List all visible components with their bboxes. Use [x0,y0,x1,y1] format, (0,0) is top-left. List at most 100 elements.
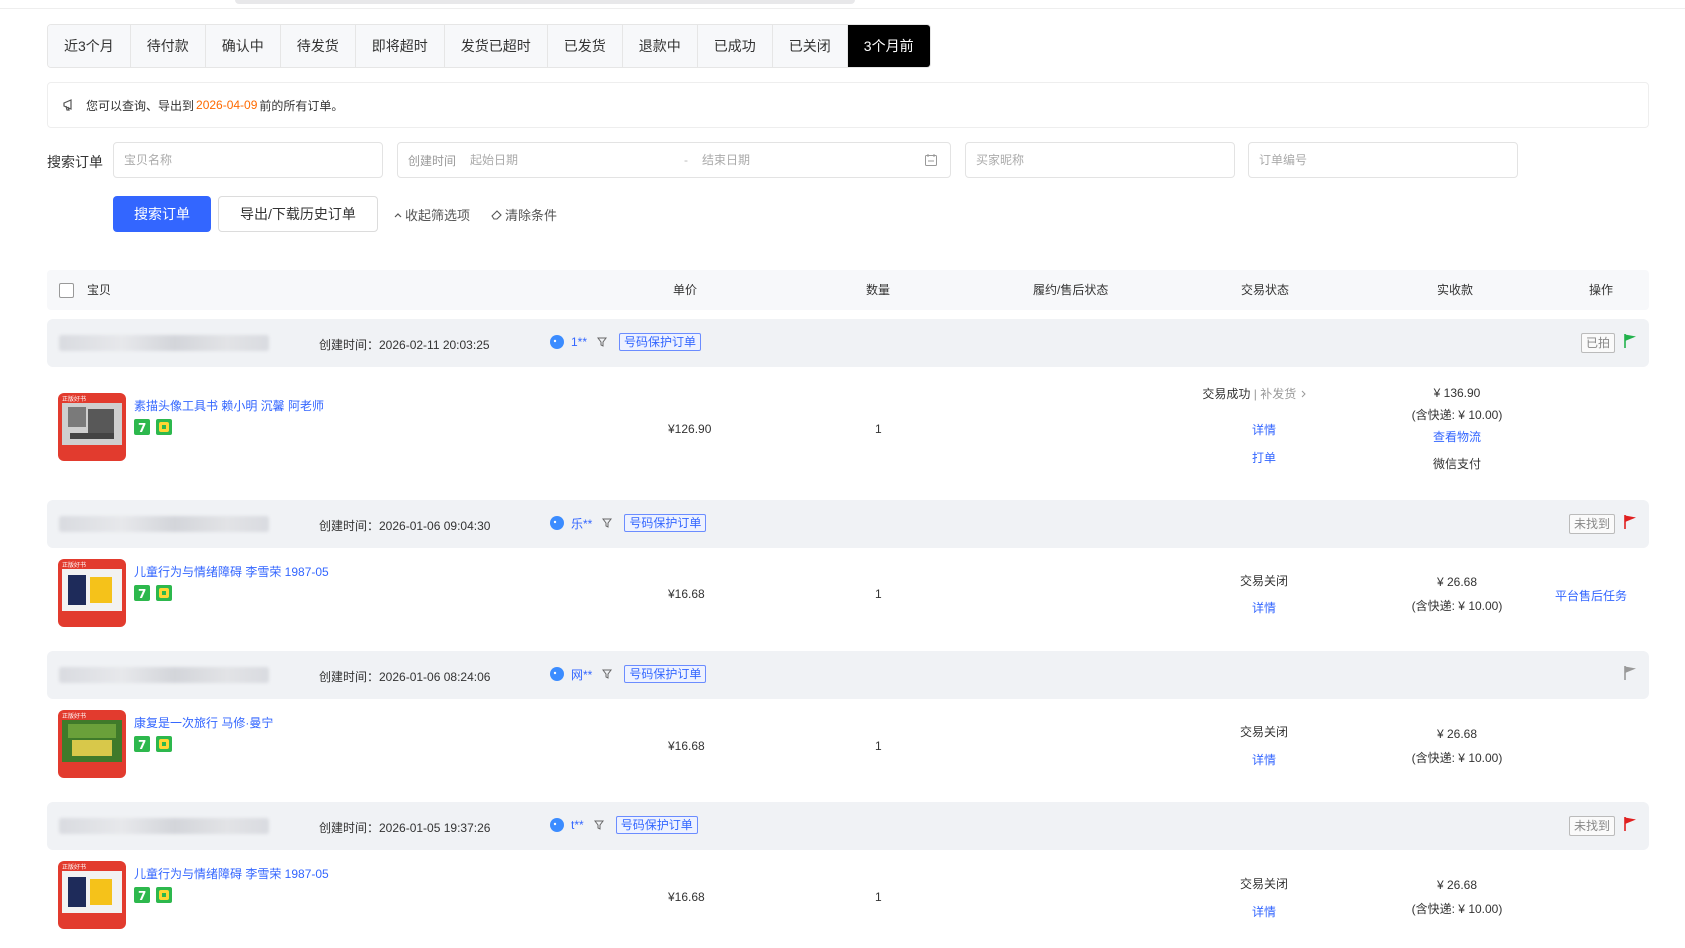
view-logistics-link[interactable]: 查看物流 [1433,430,1481,444]
header-trade-status: 交易状态 [1241,283,1290,297]
select-all-checkbox[interactable] [59,283,74,298]
seven-day-return-icon: 7 [134,419,150,435]
quantity: 1 [875,739,882,753]
product-title-link[interactable]: 儿童行为与情绪障碍 李雪荣 1987-05 [134,865,329,882]
shipping-fee: (含快递: ¥ 10.00) [1411,902,1503,916]
shipping-fee: (含快递: ¥ 10.00) [1411,751,1503,765]
product-thumbnail[interactable]: 正版好书 [58,861,126,929]
order-tabs: 近3个月 待付款 确认中 待发货 即将超时 发货已超时 已发货 退款中 已成功 … [47,24,931,68]
tab-recent-3-months[interactable]: 近3个月 [48,25,131,67]
search-orders-button[interactable]: 搜索订单 [113,196,211,232]
order-detail-link[interactable]: 详情 [1252,601,1276,615]
notice-text-post: 前的所有订单。 [259,98,344,113]
amount-received: ¥ 136.90 [1433,386,1481,400]
range-separator: - [684,153,689,167]
order-header: 创建时间：2026-02-11 20:03:25 1** 号码保护订单 已拍 [47,319,1649,367]
order-detail-wrap: 详情 [1184,599,1344,616]
order-header: 创建时间：2026-01-06 08:24:06 网** 号码保护订单 [47,651,1649,699]
collapse-filters-label: 收起筛选项 [405,208,471,223]
buyer-nickname-field [965,142,1235,178]
shipping-fee: (含快递: ¥ 10.00) [1411,599,1503,613]
order-detail-link[interactable]: 详情 [1252,905,1276,919]
unit-price: ¥16.68 [668,890,705,904]
tab-confirming[interactable]: 确认中 [205,25,281,67]
buyer-info: 1** 号码保护订单 [549,333,702,351]
order-number-input[interactable] [1259,153,1517,167]
buyer-nickname[interactable]: 1** [571,335,587,349]
order-header: 创建时间：2026-01-05 19:37:26 t** 号码保护订单 未找到 [47,802,1649,850]
flag-icon[interactable] [1623,333,1637,349]
order-mark-badge: 未找到 [1568,514,1615,534]
filter-icon[interactable] [602,518,613,528]
unit-price: ¥126.90 [668,422,712,436]
product-thumbnail[interactable]: 正版好书 [58,559,126,627]
tab-before-3-months[interactable]: 3个月前 [847,25,930,67]
chevron-right-icon [1301,390,1306,398]
service-badges: 7 [134,585,172,601]
tab-about-to-timeout[interactable]: 即将超时 [355,25,445,67]
flag-icon[interactable] [1623,665,1637,681]
order-id-redacted [59,667,269,683]
tab-closed[interactable]: 已关闭 [772,25,848,67]
start-date-input[interactable] [470,153,671,167]
collapse-filters-link[interactable]: 收起筛选项 [393,205,470,224]
filter-icon[interactable] [593,820,604,830]
flag-icon[interactable] [1623,514,1637,530]
wangwang-chat-icon[interactable] [549,666,565,682]
buyer-nickname[interactable]: t** [571,818,584,832]
trade-status: 交易成功 | 补发货 [1175,385,1335,402]
wangwang-chat-icon[interactable] [549,817,565,833]
service-badges: 7 [134,887,172,903]
flag-icon[interactable] [1623,816,1637,832]
product-title-link[interactable]: 儿童行为与情绪障碍 李雪荣 1987-05 [134,563,329,580]
seven-day-return-icon: 7 [134,585,150,601]
quantity: 1 [875,587,882,601]
logistics-wrap: 查看物流 [1367,428,1547,445]
tab-to-ship[interactable]: 待发货 [280,25,356,67]
product-title-link[interactable]: 康复是一次旅行 马修·曼宁 [134,714,273,731]
tab-success[interactable]: 已成功 [697,25,773,67]
notice-bar: 您可以查询、导出到 2026-04-09 前的所有订单。 [47,82,1649,128]
svg-text:7: 7 [138,738,146,752]
print-order-link[interactable]: 打单 [1252,451,1276,465]
clear-conditions-link[interactable]: 清除条件 [490,205,557,224]
number-protection-tag: 号码保护订单 [619,333,702,351]
order-number-field [1248,142,1518,178]
print-order-wrap: 打单 [1184,449,1344,466]
order-header: 创建时间：2026-01-06 09:04:30 乐** 号码保护订单 未找到 [47,500,1649,548]
order-created-time: 创建时间：2026-01-06 08:24:06 [319,670,491,684]
order-detail-wrap: 详情 [1184,903,1344,920]
header-action: 操作 [1589,283,1614,297]
order-detail-link[interactable]: 详情 [1252,753,1276,767]
buyer-info: t** 号码保护订单 [549,816,698,834]
notice-text-pre: 您可以查询、导出到 [86,98,195,113]
tab-refunding[interactable]: 退款中 [622,25,698,67]
order-created-time: 创建时间：2026-01-05 19:37:26 [319,821,491,835]
buyer-info: 网** 号码保护订单 [549,665,707,683]
tab-ship-overdue[interactable]: 发货已超时 [444,25,548,67]
filter-icon[interactable] [597,337,608,347]
product-name-input[interactable] [124,153,382,167]
buyer-nickname[interactable]: 网** [571,666,592,683]
tab-shipped[interactable]: 已发货 [547,25,623,67]
end-date-input[interactable] [702,153,923,167]
product-thumbnail[interactable]: 正版好书 [58,710,126,778]
buyer-nickname[interactable]: 乐** [571,515,592,532]
product-thumbnail[interactable]: 正版好书 [58,393,126,461]
eraser-icon [491,210,502,220]
export-history-button[interactable]: 导出/下载历史订单 [218,196,378,232]
created-time-label: 创建时间 [408,153,457,168]
calendar-icon[interactable] [924,153,938,167]
top-divider [0,8,1685,9]
wangwang-chat-icon[interactable] [549,334,565,350]
platform-aftersale-task-link[interactable]: 平台售后任务 [1555,587,1627,604]
product-title-link[interactable]: 素描头像工具书 赖小明 沉馨 阿老师 [134,397,324,414]
wangwang-chat-icon[interactable] [549,515,565,531]
order-detail-link[interactable]: 详情 [1252,423,1276,437]
tab-pending-payment[interactable]: 待付款 [130,25,206,67]
filter-icon[interactable] [602,669,613,679]
service-badges: 7 [134,419,172,435]
reship-link[interactable]: | 补发货 [1254,387,1296,401]
trade-status-text: 交易关闭 [1239,725,1288,739]
buyer-nickname-input[interactable] [976,153,1234,167]
